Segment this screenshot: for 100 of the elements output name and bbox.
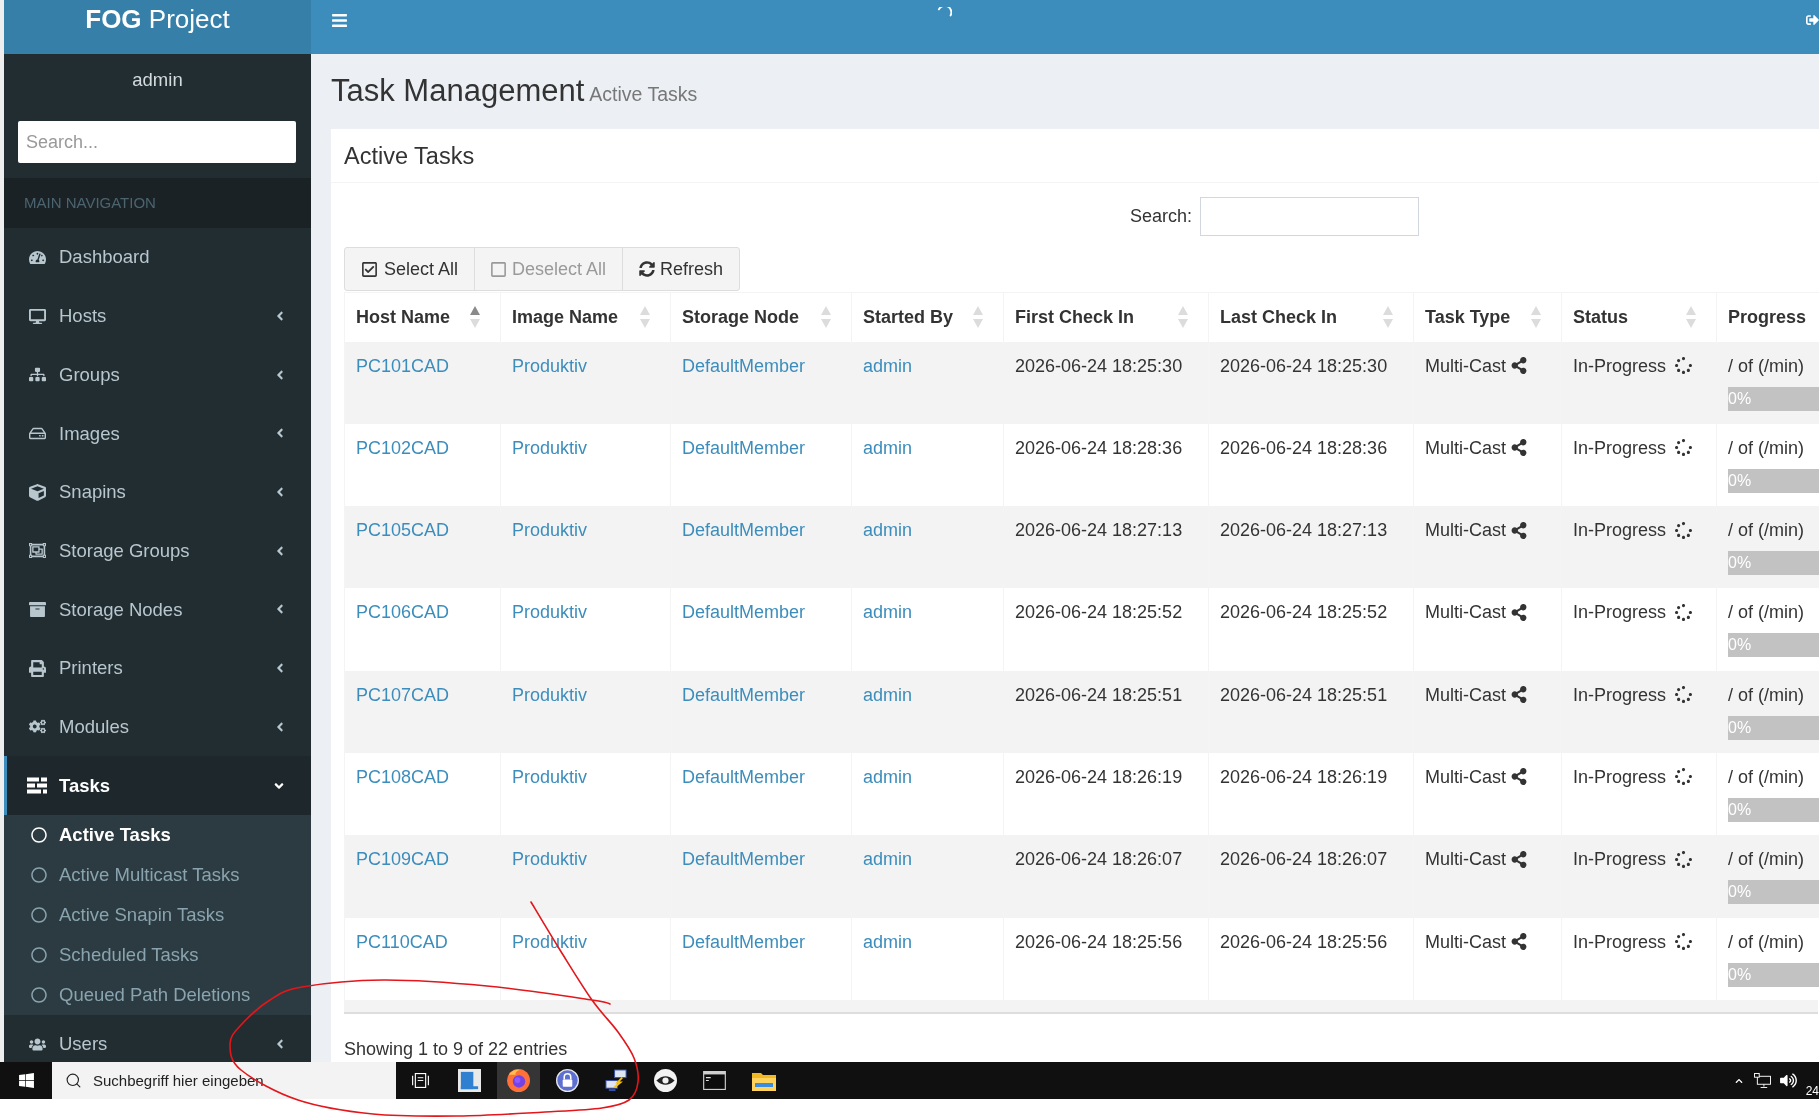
search-field[interactable] <box>1200 197 1419 236</box>
progress-text: / of (/min) <box>1728 766 1805 789</box>
task-type-label: Multi-Cast <box>1425 354 1506 378</box>
hierarchy-icon <box>28 366 46 384</box>
sidebar-item[interactable]: Snapins <box>4 462 311 522</box>
sidebar-item[interactable]: Users <box>4 1014 311 1062</box>
image-link[interactable]: Produktiv <box>512 437 588 458</box>
user-link[interactable]: admin <box>863 437 913 458</box>
submenu-item[interactable]: Scheduled Tasks <box>4 934 311 975</box>
spinner-icon <box>1675 357 1693 374</box>
status-label: In-Progress <box>1573 766 1667 789</box>
progress-label: 0% <box>1728 470 1752 491</box>
network-icon[interactable] <box>1753 1073 1771 1088</box>
column-header[interactable]: Progress <box>1717 303 1819 331</box>
sidebar-item[interactable]: Images <box>4 404 311 463</box>
spinner-icon <box>1675 933 1693 951</box>
spinner-icon <box>1675 439 1693 457</box>
status-label: In-Progress <box>1573 930 1667 954</box>
progress-label: 0% <box>1728 635 1752 656</box>
archive-box-icon <box>28 600 46 618</box>
sidebar-item[interactable]: Storage Groups <box>4 521 311 581</box>
host-link[interactable]: PC109CAD <box>356 849 450 870</box>
image-link[interactable]: Produktiv <box>512 684 588 705</box>
progress-text: / of (/min) <box>1728 519 1805 543</box>
table-cell: 2026-06-24 18:25:52 <box>1003 588 1209 671</box>
storage-node-link[interactable]: DefaultMember <box>682 520 806 541</box>
column-header[interactable]: Status <box>1562 303 1716 331</box>
user-link[interactable]: admin <box>863 931 913 952</box>
storage-node-link[interactable]: DefaultMember <box>682 437 806 458</box>
submenu-item[interactable]: Active Multicast Tasks <box>4 854 311 895</box>
host-link[interactable]: PC105CAD <box>356 520 450 541</box>
sidebar-item[interactable]: Modules <box>4 697 311 757</box>
share-icon <box>1511 603 1527 621</box>
column-header[interactable]: First Check In <box>1004 303 1208 331</box>
toolbar-button[interactable]: Refresh <box>622 247 741 291</box>
host-link[interactable]: PC110CAD <box>356 931 448 952</box>
user-link[interactable]: admin <box>863 684 913 705</box>
stacked-bars-icon <box>27 777 47 795</box>
image-link[interactable]: Produktiv <box>512 849 588 870</box>
host-link[interactable]: PC108CAD <box>356 767 450 787</box>
submenu-item[interactable]: Active Tasks <box>4 814 311 855</box>
status-label: In-Progress <box>1573 436 1667 460</box>
terminal-icon <box>703 1071 726 1090</box>
sidebar-item[interactable]: Storage Nodes <box>4 580 311 639</box>
spinner-icon <box>1675 850 1693 868</box>
task-type-label: Multi-Cast <box>1425 930 1506 954</box>
submenu-item[interactable]: Active Snapin Tasks <box>4 894 311 935</box>
host-link[interactable]: PC102CAD <box>356 437 450 458</box>
storage-node-link[interactable]: DefaultMember <box>682 767 806 787</box>
progress-label: 0% <box>1728 882 1752 903</box>
submenu-item[interactable]: Queued Path Deletions <box>4 974 311 1015</box>
user-link[interactable]: admin <box>863 602 913 623</box>
image-link[interactable]: Produktiv <box>512 767 588 787</box>
storage-node-link[interactable]: DefaultMember <box>682 849 806 870</box>
clock-text: 24 <box>1805 1084 1819 1098</box>
brand-logo[interactable]: FOG Project <box>4 0 311 54</box>
task-type-label: Multi-Cast <box>1425 766 1506 789</box>
toolbar-button[interactable]: Select All <box>344 247 476 291</box>
checked-box-icon <box>361 260 378 278</box>
host-link[interactable]: PC106CAD <box>356 602 450 623</box>
storage-node-link[interactable]: DefaultMember <box>682 684 806 705</box>
table-cell: 2026-06-24 18:25:51 <box>1003 670 1209 753</box>
share-icon <box>1511 521 1527 539</box>
user-link[interactable]: admin <box>863 520 913 541</box>
storage-node-link[interactable]: DefaultMember <box>682 602 806 623</box>
storage-node-link[interactable]: DefaultMember <box>682 355 806 376</box>
column-header[interactable]: Image Name <box>501 303 670 331</box>
image-link[interactable]: Produktiv <box>512 355 588 376</box>
table-cell: 2026-06-24 18:25:30 <box>1208 341 1414 424</box>
column-header[interactable]: Last Check In <box>1209 303 1413 331</box>
column-header[interactable]: Storage Node <box>671 303 851 331</box>
menu-icon <box>331 11 348 29</box>
image-link[interactable]: Produktiv <box>512 520 588 541</box>
column-header[interactable]: Host Name <box>345 303 500 331</box>
spinner-icon <box>1675 603 1693 621</box>
column-header[interactable]: Task Type <box>1414 303 1561 331</box>
sidebar-item[interactable]: Dashboard <box>4 228 311 287</box>
column-header[interactable]: Started By <box>852 303 1003 331</box>
sidebar-item[interactable]: Hosts <box>4 286 311 346</box>
user-name: admin <box>131 69 184 91</box>
table-cell: 2026-06-24 18:25:56 <box>1208 917 1414 1000</box>
progress-label: 0% <box>1728 388 1752 409</box>
user-link[interactable]: admin <box>863 849 913 870</box>
image-link[interactable]: Produktiv <box>512 602 588 623</box>
user-link[interactable]: admin <box>863 355 913 376</box>
sidebar-item[interactable]: Tasks <box>4 756 311 815</box>
user-link[interactable]: admin <box>863 767 913 787</box>
progress-text: / of (/min) <box>1728 848 1805 872</box>
search-field[interactable]: Search... <box>18 121 296 163</box>
search-icon <box>65 1072 82 1089</box>
host-link[interactable]: PC101CAD <box>356 355 450 376</box>
storage-node-link[interactable]: DefaultMember <box>682 931 806 952</box>
sidebar-item[interactable]: Printers <box>4 638 311 698</box>
sign-out-icon[interactable] <box>1806 13 1819 27</box>
sidebar-item[interactable]: Groups <box>4 345 311 405</box>
volume-icon[interactable] <box>1779 1073 1797 1088</box>
host-link[interactable]: PC107CAD <box>356 684 450 705</box>
panel-title: Active Tasks <box>344 141 475 170</box>
network-computers-icon <box>605 1069 628 1092</box>
page-subtitle: Active Tasks <box>589 82 698 107</box>
